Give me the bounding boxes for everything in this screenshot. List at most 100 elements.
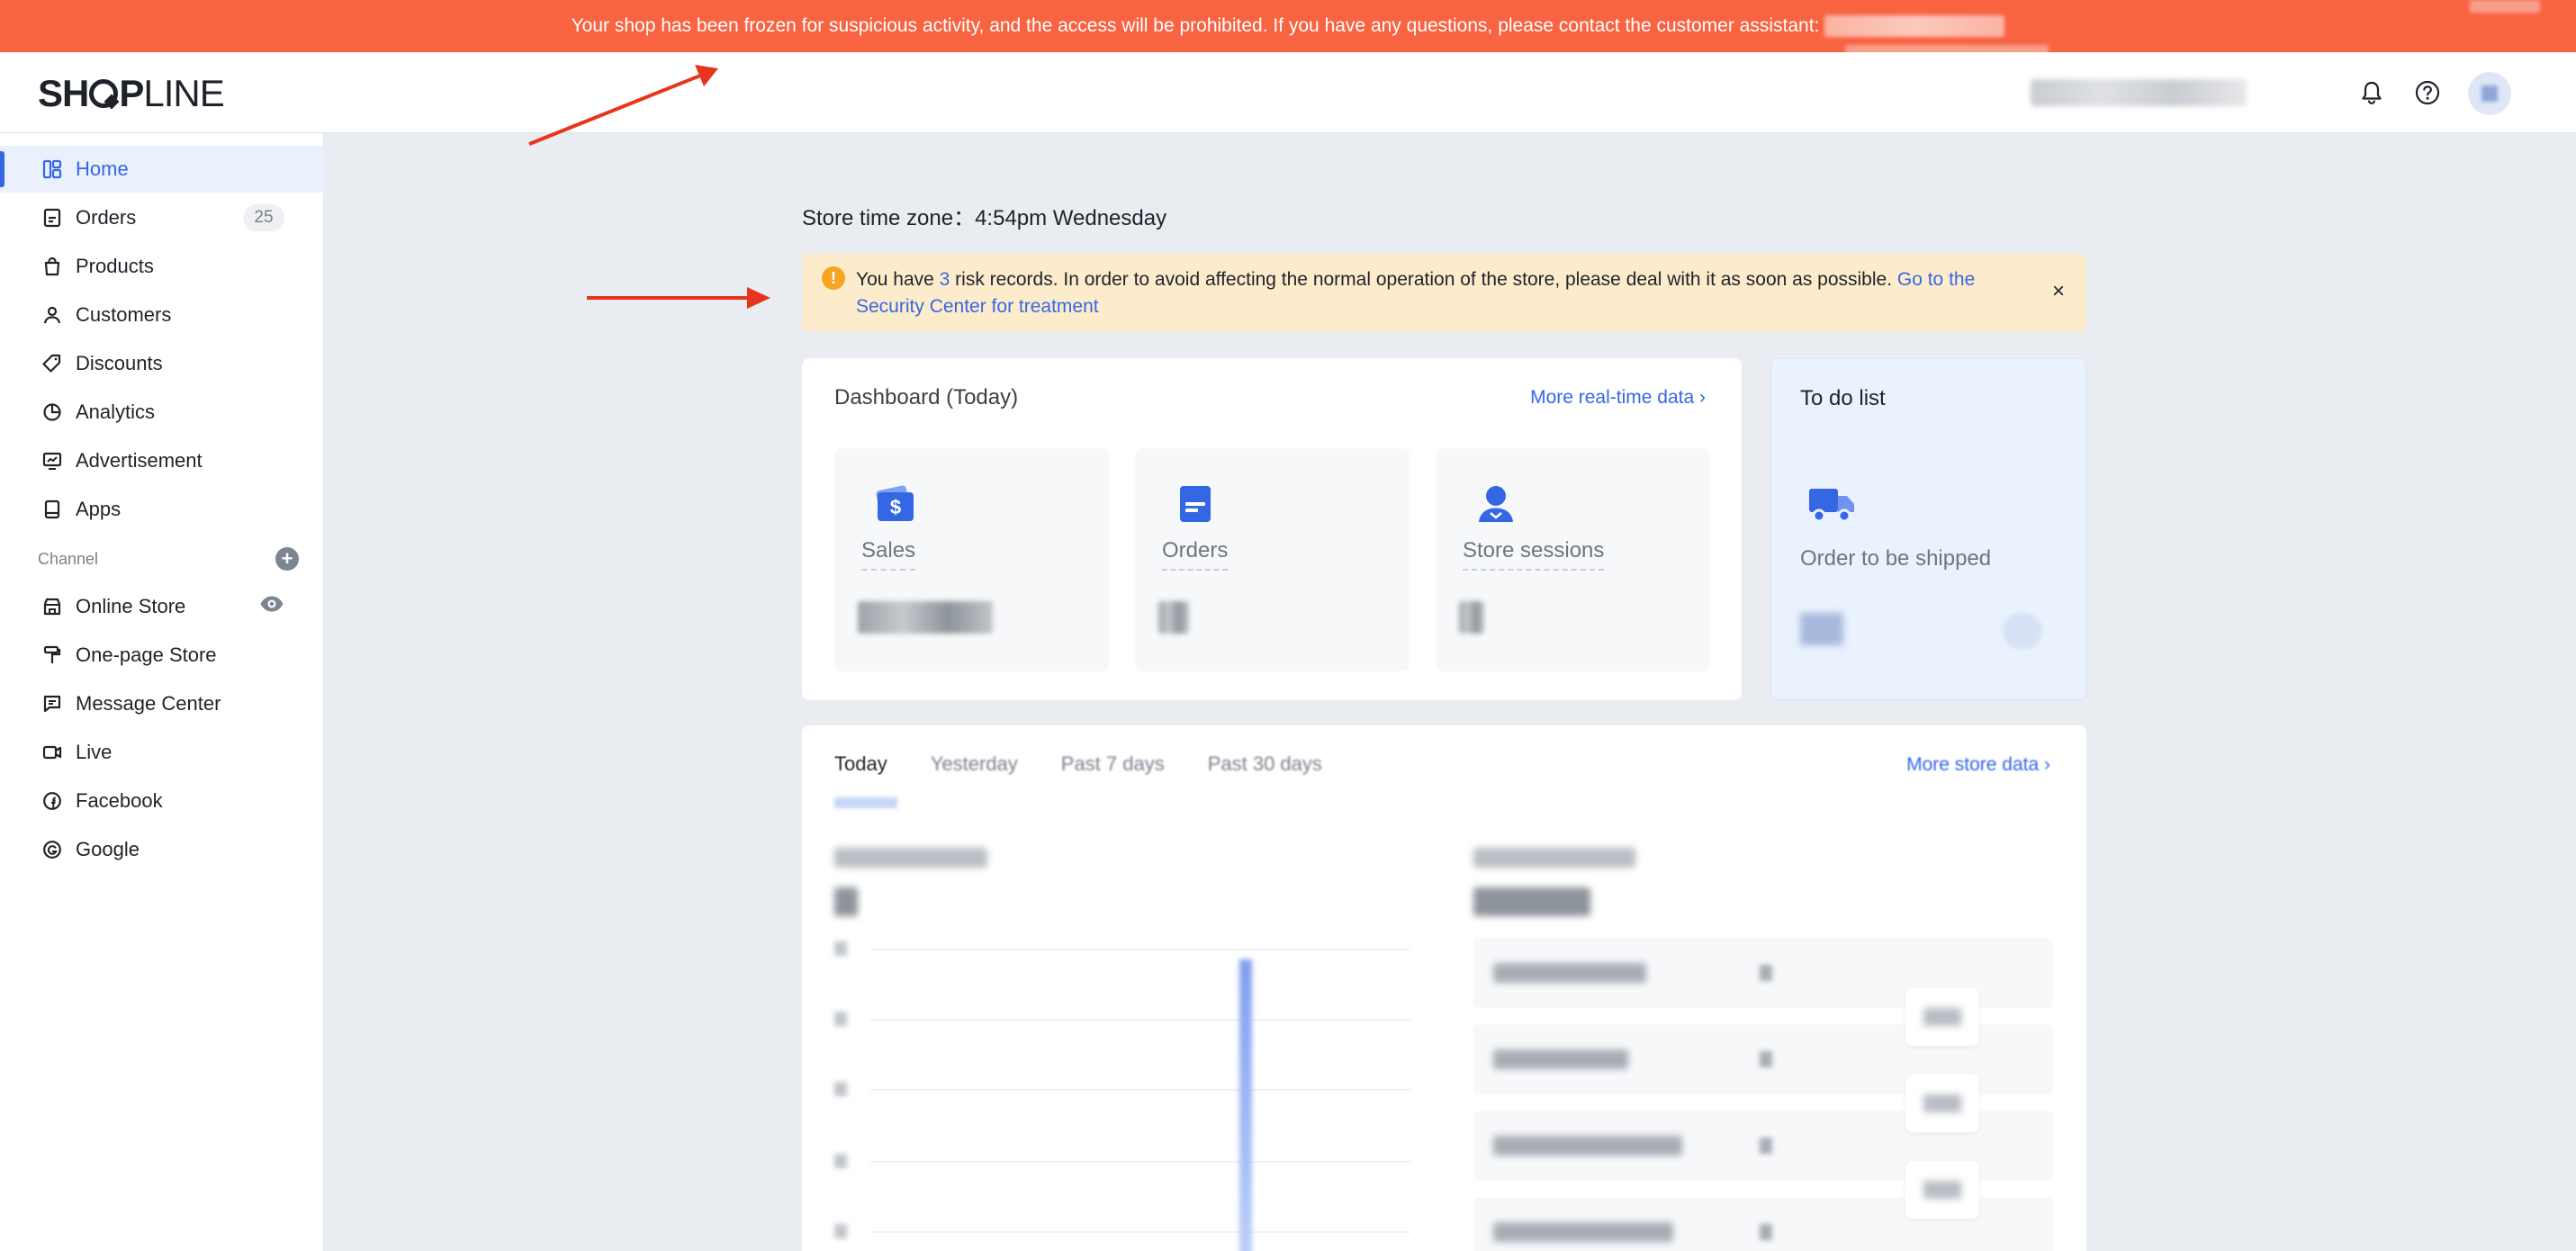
y-tick-label (834, 1082, 847, 1096)
monitor-chart-icon (40, 448, 65, 473)
tab-yesterday[interactable]: Yesterday (931, 752, 1018, 776)
sidebar-item-customers[interactable]: Customers (0, 292, 324, 338)
y-tick-label (834, 941, 847, 956)
sidebar-item-label: Orders (76, 206, 137, 229)
funnel-percentage (1905, 1161, 1979, 1219)
channel-label: Channel (38, 549, 99, 568)
sidebar-item-label: Facebook (76, 789, 163, 812)
truck-icon (1809, 489, 1854, 523)
sidebar-item-google[interactable]: Google (0, 826, 324, 873)
dashboard-title: Dashboard (Today) (834, 385, 1019, 410)
y-tick-label (834, 1224, 847, 1238)
app-tablet-icon (40, 497, 65, 522)
warning-icon: ! (822, 266, 845, 290)
redacted-shipping-action[interactable] (2003, 613, 2042, 649)
grid-line (870, 949, 1410, 950)
sidebar-item-live[interactable]: Live (0, 729, 324, 776)
store-timezone: Store time zone：4:54pm Wednesday (802, 206, 1167, 230)
sidebar-item-one-page-store[interactable]: One-page Store (0, 632, 324, 679)
paint-roller-icon (40, 643, 65, 668)
risk-count-link[interactable]: 3 (940, 269, 950, 290)
shopline-logo[interactable]: SH P LINE (38, 72, 225, 115)
sidebar-item-discounts[interactable]: Discounts (0, 340, 324, 387)
tab-past-30-days[interactable]: Past 30 days (1208, 752, 1322, 776)
orders-count-badge: 25 (243, 204, 284, 231)
sidebar-item-label: Live (76, 741, 113, 763)
redacted-sessions-heading (834, 848, 987, 868)
redacted-shipping-count (1800, 613, 1843, 645)
logo-text-part: LINE (143, 72, 224, 114)
orders-metric[interactable]: Orders (1135, 448, 1410, 671)
date-range-tabs: Today Yesterday Past 7 days Past 30 days (834, 752, 1322, 776)
eye-icon[interactable] (259, 595, 284, 618)
todo-title: To do list (1800, 386, 1886, 410)
channel-section-header: Channel + (38, 547, 299, 571)
person-icon (40, 302, 65, 328)
tab-past-7-days[interactable]: Past 7 days (1061, 752, 1165, 776)
todo-list-card: To do list Order to be shipped (1770, 358, 2086, 700)
video-camera-icon (40, 740, 65, 765)
chat-icon (40, 691, 65, 716)
redacted-orders-value (1158, 601, 1189, 634)
more-link-label: More store data (1906, 754, 2040, 775)
sidebar-item-label: Home (76, 158, 129, 180)
avatar[interactable] (2468, 72, 2511, 115)
pie-chart-icon (40, 400, 65, 425)
grid-line (870, 1161, 1410, 1163)
store-data-card: Today Yesterday Past 7 days Past 30 days… (802, 725, 2086, 1251)
dashboard-icon (40, 157, 65, 182)
redacted-conversion-heading (1473, 848, 1635, 868)
sidebar-item-message-center[interactable]: Message Center (0, 680, 324, 727)
sidebar-item-apps[interactable]: Apps (0, 486, 324, 533)
sidebar-item-label: Products (76, 255, 154, 277)
logo-text-part: SH (38, 72, 89, 114)
bell-icon[interactable] (2356, 77, 2387, 108)
sidebar-item-label: One-page Store (76, 644, 217, 666)
more-realtime-data-link[interactable]: More real-time data › (1530, 387, 1706, 409)
redacted-store-name[interactable] (2031, 79, 2247, 106)
sales-metric[interactable]: $ Sales (834, 448, 1109, 671)
sidebar-item-products[interactable]: Products (0, 243, 324, 290)
order-to-be-shipped-label[interactable]: Order to be shipped (1800, 546, 1991, 572)
redacted-corner (2470, 0, 2540, 13)
more-link-label: More real-time data (1530, 387, 1695, 408)
sidebar: Home Orders 25 Products Customers Discou… (0, 133, 324, 1251)
tab-today[interactable]: Today (834, 752, 887, 776)
risk-alert: ! You have 3 risk records. In order to a… (802, 254, 2086, 331)
sidebar-item-online-store[interactable]: Online Store (0, 583, 324, 630)
redacted-session-spike (1239, 959, 1252, 1251)
risk-alert-message: You have 3 risk records. In order to avo… (856, 266, 2035, 320)
grid-line (870, 1089, 1410, 1091)
redacted-conversion-total (1473, 887, 1590, 916)
facebook-icon (40, 788, 65, 814)
annotation-arrow-alert (587, 287, 770, 309)
more-store-data-link[interactable]: More store data › (1906, 754, 2050, 776)
funnel-percentage (1905, 1075, 1979, 1132)
sidebar-item-advertisement[interactable]: Advertisement (0, 437, 324, 484)
sidebar-item-label: Online Store (76, 595, 186, 617)
frozen-shop-banner: Your shop has been frozen for suspicious… (0, 0, 2576, 56)
y-tick-label (834, 1012, 847, 1026)
alert-text: risk records. In order to avoid affectin… (950, 269, 1897, 290)
sidebar-item-label: Discounts (76, 352, 163, 374)
chevron-right-icon: › (2044, 754, 2050, 775)
user-icon (1479, 486, 1513, 522)
close-icon[interactable]: × (2052, 279, 2065, 304)
dashboard-card: Dashboard (Today) More real-time data › … (802, 358, 1742, 700)
sessions-line-chart (834, 941, 1410, 1251)
sidebar-item-orders[interactable]: Orders 25 (0, 194, 324, 241)
sidebar-item-label: Apps (76, 498, 122, 520)
google-icon (40, 837, 65, 862)
sidebar-item-home[interactable]: Home (0, 146, 324, 193)
sidebar-item-facebook[interactable]: Facebook (0, 778, 324, 824)
redacted-contact (1824, 15, 2005, 37)
add-channel-icon[interactable]: + (275, 547, 299, 571)
chevron-right-icon: › (1699, 387, 1706, 408)
document-icon (1180, 486, 1211, 522)
store-sessions-metric[interactable]: Store sessions (1436, 448, 1710, 671)
sidebar-item-label: Google (76, 838, 140, 860)
help-icon[interactable] (2412, 77, 2443, 108)
svg-text:$: $ (890, 496, 901, 518)
sidebar-item-analytics[interactable]: Analytics (0, 389, 324, 436)
orders-label: Orders (1162, 538, 1229, 571)
